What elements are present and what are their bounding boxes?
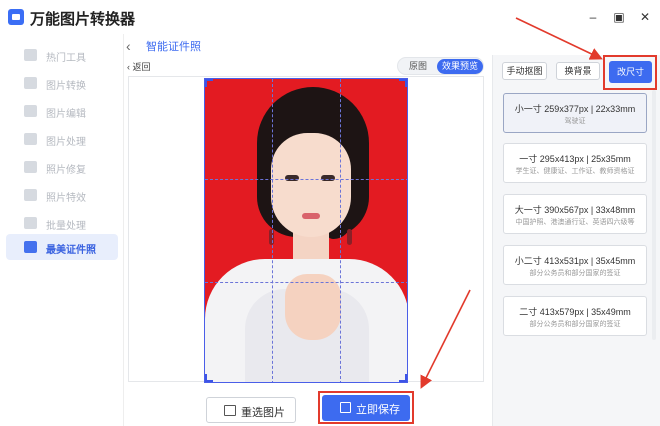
id-photo-icon <box>24 241 37 253</box>
image-icon <box>224 405 236 416</box>
sidebar-item-label: 批量处理 <box>46 221 86 232</box>
title-bar: 万能图片转换器 – ▣ ✕ <box>0 0 660 34</box>
size-option-title: 二寸 413x579px | 35x49mm <box>519 307 631 317</box>
sidebar-item-image-edit[interactable]: 图片编辑 <box>6 98 118 124</box>
size-option-title: 一寸 295x413px | 25x35mm <box>519 154 631 164</box>
photo-eye-right <box>321 175 335 181</box>
nav-back-button[interactable]: ‹ <box>126 38 131 54</box>
crop-handle-top-right[interactable] <box>399 79 407 87</box>
size-option-usage: 学生证、健康证、工作证、教师资格证 <box>515 168 635 175</box>
size-option-card[interactable]: 大一寸 390x567px | 33x48mm 中国护照、港澳通行证、英语四六级… <box>503 194 647 234</box>
minimize-button[interactable]: – <box>585 9 601 25</box>
reselect-image-button[interactable]: 重选图片 <box>206 397 296 423</box>
id-photo-preview[interactable] <box>204 78 408 383</box>
size-option-title: 小二寸 413x531px | 35x45mm <box>514 256 636 266</box>
save-now-button[interactable]: 立即保存 <box>322 395 410 421</box>
image-edit-icon <box>24 105 37 117</box>
manual-cutout-button[interactable]: 手动抠图 <box>502 62 547 80</box>
photo-effects-icon <box>24 189 37 201</box>
photo-lips <box>302 213 320 219</box>
batch-icon <box>24 217 37 229</box>
sidebar-item-label: 最美证件照 <box>46 245 96 256</box>
sidebar-item-label: 热门工具 <box>46 53 86 64</box>
maximize-button[interactable]: ▣ <box>611 9 627 25</box>
size-option-card[interactable]: 一寸 295x413px | 25x35mm 学生证、健康证、工作证、教师资格证 <box>503 143 647 183</box>
toggle-preview[interactable]: 效果预览 <box>437 59 483 74</box>
options-scrollbar[interactable] <box>652 90 656 340</box>
size-option-usage: 部分公务员和部分国家的签证 <box>529 270 621 277</box>
back-link[interactable]: ‹ 返回 <box>127 60 151 73</box>
image-convert-icon <box>24 77 37 89</box>
reselect-label: 重选图片 <box>241 407 285 419</box>
crop-handle-top-left[interactable] <box>205 79 213 87</box>
resize-button[interactable]: 改尺寸 <box>609 61 652 83</box>
photo-eye-left <box>285 175 299 181</box>
size-option-card[interactable]: 二寸 413x579px | 35x49mm 部分公务员和部分国家的签证 <box>503 296 647 336</box>
app-logo-icon <box>8 9 24 25</box>
size-option-usage: 部分公务员和部分国家的签证 <box>529 321 621 328</box>
sidebar-item-photo-repair[interactable]: 照片修复 <box>6 154 118 180</box>
size-option-card[interactable]: 小一寸 259x377px | 22x33mm 驾驶证 <box>503 93 647 133</box>
size-option-title: 大一寸 390x567px | 33x48mm <box>514 205 636 215</box>
close-button[interactable]: ✕ <box>637 9 653 25</box>
sidebar-item-hot-tools[interactable]: 热门工具 <box>6 42 118 68</box>
sidebar-item-label: 图片转换 <box>46 81 86 92</box>
size-option-usage: 中国护照、港澳通行证、英语四六级等 <box>515 219 635 226</box>
hot-tools-icon <box>24 49 37 61</box>
sidebar-item-photo-effects[interactable]: 照片特效 <box>6 182 118 208</box>
size-option-card[interactable]: 小二寸 413x531px | 35x45mm 部分公务员和部分国家的签证 <box>503 245 647 285</box>
sidebar: 热门工具 图片转换 图片编辑 图片处理 照片修复 照片特效 批量处理 最美证件照 <box>0 34 124 426</box>
photo-repair-icon <box>24 161 37 173</box>
crop-handle-bottom-right[interactable] <box>399 374 407 382</box>
toggle-original[interactable]: 原图 <box>400 60 436 73</box>
guide-line-horizontal <box>205 282 407 283</box>
guide-line-vertical <box>272 79 273 382</box>
image-process-icon <box>24 133 37 145</box>
app-title: 万能图片转换器 <box>30 11 136 28</box>
guide-line-horizontal <box>205 179 407 180</box>
guide-line-vertical <box>340 79 341 382</box>
crop-handle-bottom-left[interactable] <box>205 374 213 382</box>
photo-face <box>271 133 351 237</box>
size-option-usage: 驾驶证 <box>564 118 586 125</box>
change-background-button[interactable]: 换背景 <box>556 62 600 80</box>
size-option-title: 小一寸 259x377px | 22x33mm <box>514 104 636 114</box>
sidebar-item-image-process[interactable]: 图片处理 <box>6 126 118 152</box>
sidebar-item-label: 图片处理 <box>46 137 86 148</box>
sidebar-item-label: 照片修复 <box>46 165 86 176</box>
sidebar-item-batch[interactable]: 批量处理 <box>6 210 118 236</box>
view-toggle: 原图 效果预览 <box>397 57 484 75</box>
photo-hands <box>285 274 341 340</box>
sidebar-item-label: 图片编辑 <box>46 109 86 120</box>
photo-earring-right <box>347 229 352 245</box>
sidebar-item-image-convert[interactable]: 图片转换 <box>6 70 118 96</box>
sidebar-item-id-photo[interactable]: 最美证件照 <box>6 234 118 260</box>
download-icon <box>340 402 351 413</box>
sidebar-item-label: 照片特效 <box>46 193 86 204</box>
save-label: 立即保存 <box>356 404 400 416</box>
tab-smart-id-photo[interactable]: 智能证件照 <box>146 38 201 54</box>
